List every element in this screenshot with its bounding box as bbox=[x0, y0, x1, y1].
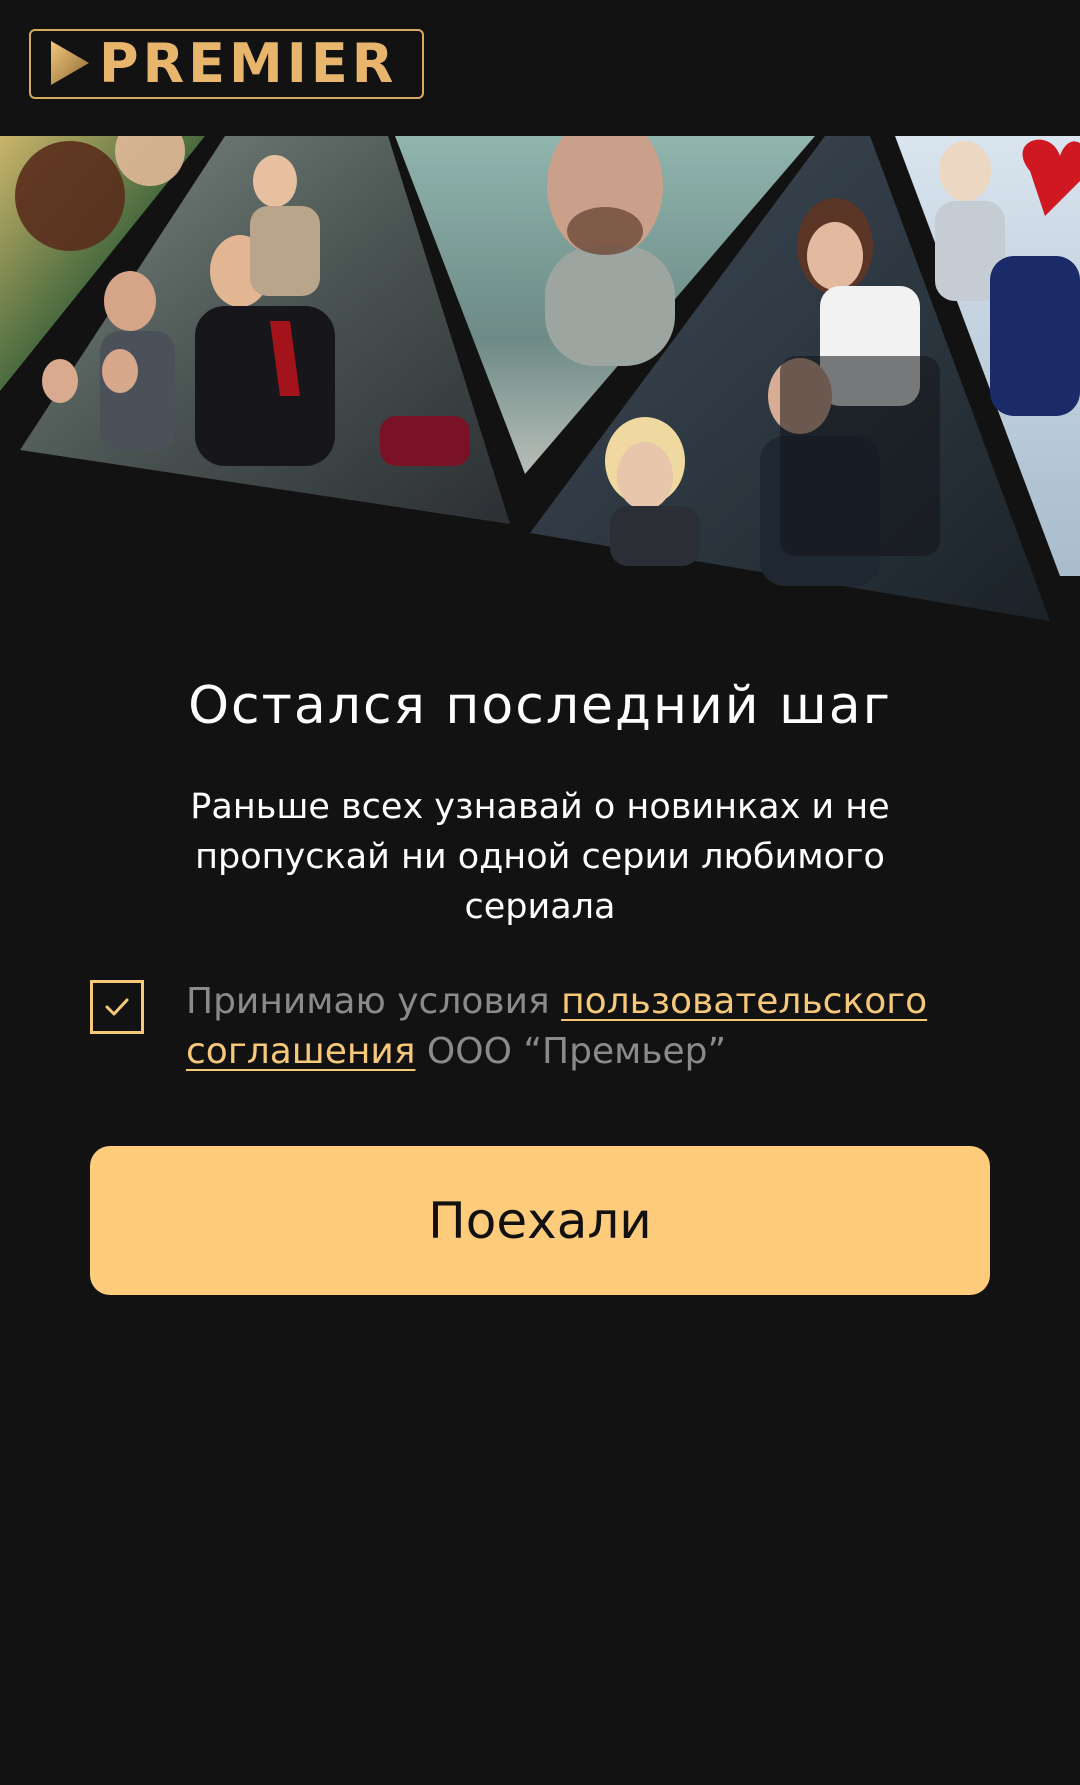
page-subtitle: Раньше всех узнавай о новинках и не проп… bbox=[190, 787, 890, 927]
brand-name: PREMIER bbox=[99, 32, 398, 95]
continue-button[interactable]: Поехали bbox=[90, 1146, 990, 1295]
play-icon bbox=[31, 29, 101, 99]
premier-logo: PREMIER bbox=[29, 29, 424, 99]
hero-collage bbox=[0, 136, 1080, 622]
terms-suffix: ООО “Премьер” bbox=[415, 1031, 727, 1072]
checkmark-icon bbox=[105, 998, 129, 1016]
terms-prefix: Принимаю условия bbox=[186, 981, 562, 1022]
terms-consent-text: Принимаю условия пользовательского согла… bbox=[186, 977, 1006, 1077]
terms-checkbox[interactable] bbox=[90, 980, 144, 1034]
page-title: Остался последний шаг bbox=[188, 676, 892, 736]
